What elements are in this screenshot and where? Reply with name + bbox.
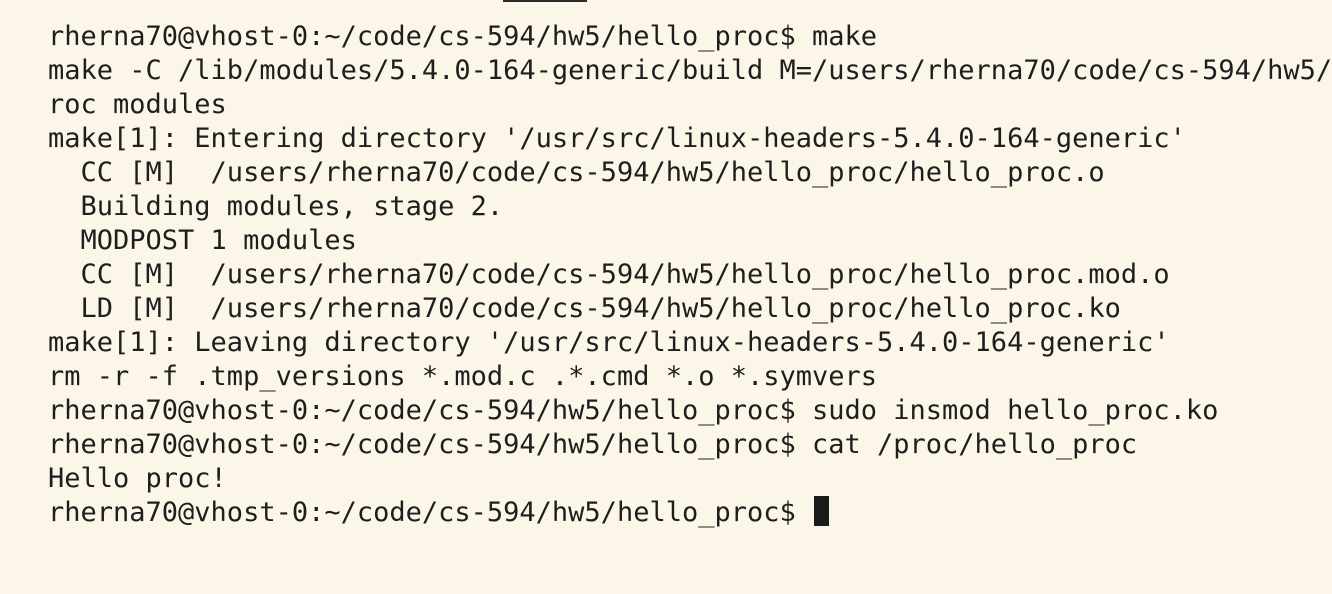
terminal-line: LD [M] /users/rherna70/code/cs-594/hw5/h… [48, 293, 1121, 324]
text-cursor[interactable] [814, 496, 830, 526]
terminal-line: roc modules [48, 89, 227, 120]
terminal-line: Hello proc! [48, 463, 227, 494]
terminal-line: rherna70@vhost-0:~/code/cs-594/hw5/hello… [48, 429, 1138, 460]
terminal-line: make[1]: Leaving directory '/usr/src/lin… [48, 327, 1170, 358]
terminal-line: rm -r -f .tmp_versions *.mod.c .*.cmd *.… [48, 361, 878, 392]
terminal-line: CC [M] /users/rherna70/code/cs-594/hw5/h… [48, 259, 1170, 290]
terminal-line: make -C /lib/modules/5.4.0-164-generic/b… [48, 55, 1332, 86]
terminal-line: Building modules, stage 2. [48, 191, 504, 222]
shell-prompt: rherna70@vhost-0:~/code/cs-594/hw5/hello… [48, 497, 813, 528]
terminal-output: rherna70@vhost-0:~/code/cs-594/hw5/hello… [48, 20, 1332, 530]
terminal-line: MODPOST 1 modules [48, 225, 357, 256]
prompt-line[interactable]: rherna70@vhost-0:~/code/cs-594/hw5/hello… [48, 496, 1332, 530]
scrollback-divider [503, 0, 587, 2]
terminal-window[interactable]: rherna70@vhost-0:~/code/cs-594/hw5/hello… [0, 0, 1332, 594]
terminal-line: make[1]: Entering directory '/usr/src/li… [48, 123, 1186, 154]
terminal-line: CC [M] /users/rherna70/code/cs-594/hw5/h… [48, 157, 1105, 188]
terminal-line: rherna70@vhost-0:~/code/cs-594/hw5/hello… [48, 395, 1219, 426]
terminal-line: rherna70@vhost-0:~/code/cs-594/hw5/hello… [48, 21, 878, 52]
